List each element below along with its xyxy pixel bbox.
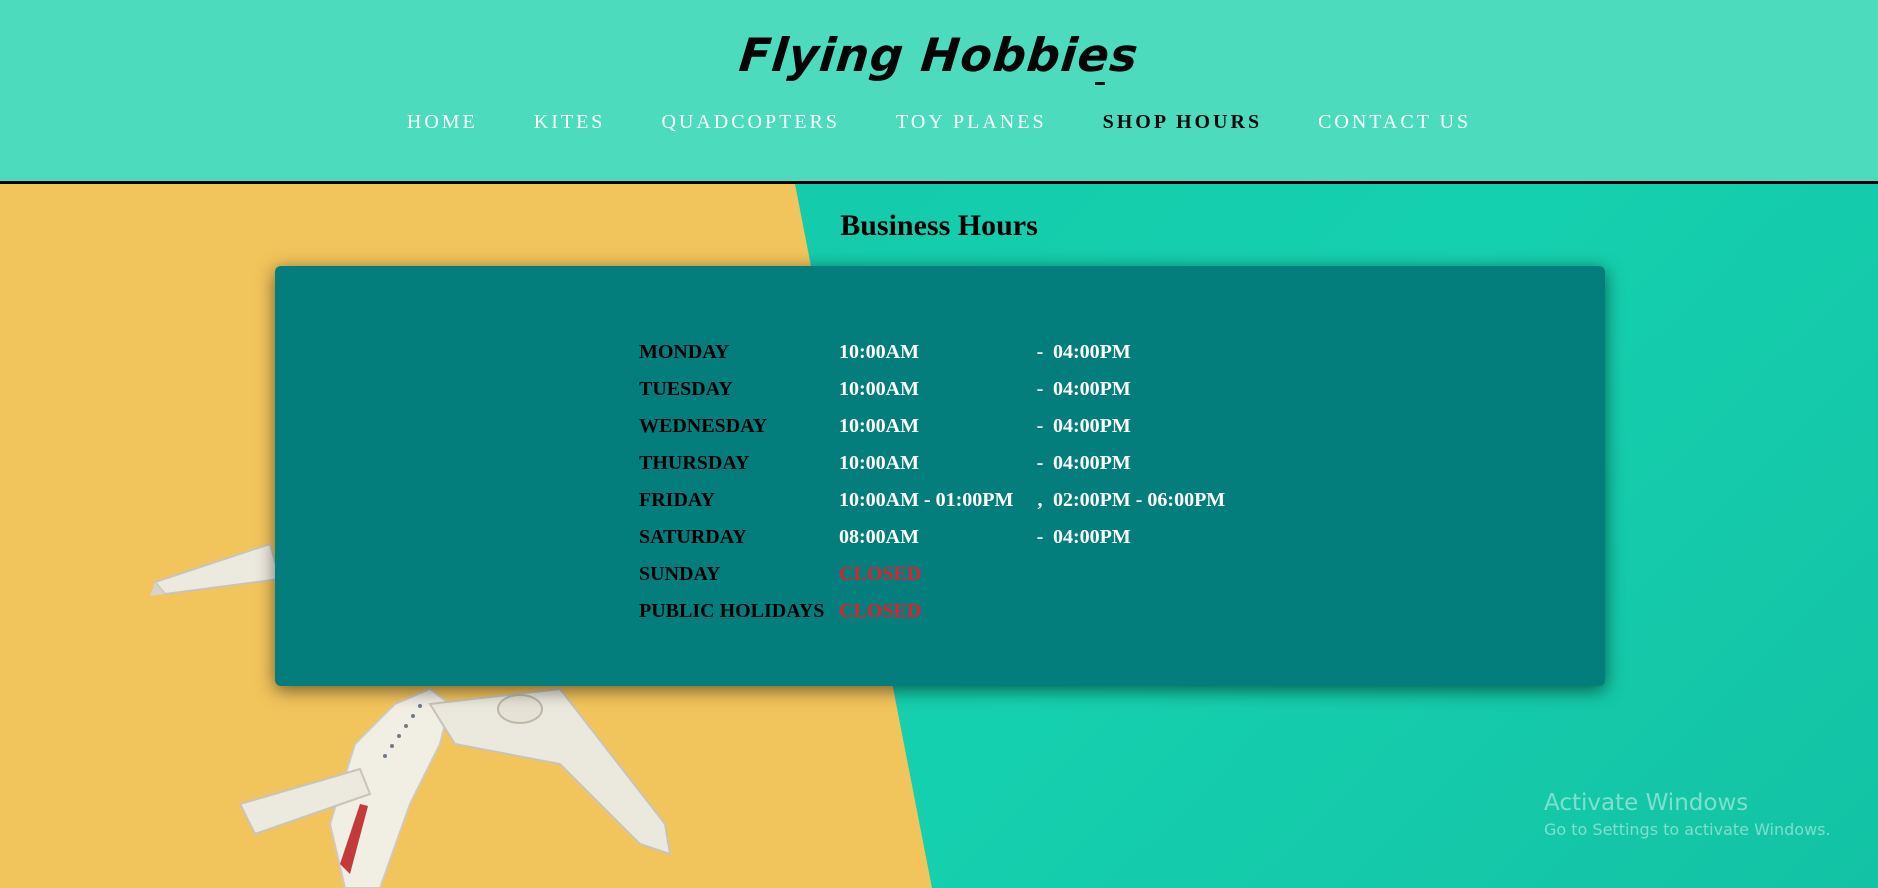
open-time: 10:00AM [839, 452, 919, 474]
nav-toy-planes[interactable]: TOY PLANES [896, 111, 1047, 134]
time-separator: , [1037, 489, 1043, 511]
hours-row-monday: MONDAY 10:00AM - 04:00PM [639, 334, 1225, 371]
day-label: SATURDAY [639, 526, 747, 548]
hours-row-public-holidays: PUBLIC HOLIDAYS CLOSED [639, 593, 1225, 630]
hours-row-friday: FRIDAY 10:00AM - 01:00PM , 02:00PM - 06:… [639, 482, 1225, 519]
close-time: 04:00PM [1053, 341, 1131, 363]
day-label: MONDAY [639, 341, 730, 363]
hero-background: Business Hours MONDAY 10:00AM - 04:00PM … [0, 184, 1878, 888]
day-label: THURSDAY [639, 452, 750, 474]
close-time: 04:00PM [1053, 415, 1131, 437]
page-title: Business Hours [840, 209, 1038, 242]
hours-row-thursday: THURSDAY 10:00AM - 04:00PM [639, 445, 1225, 482]
close-time: 04:00PM [1053, 526, 1131, 548]
nav-contact-us[interactable]: CONTACT US [1318, 111, 1471, 134]
day-label: FRIDAY [639, 489, 715, 511]
day-label: SUNDAY [639, 563, 721, 585]
airplane-left-wing [153, 542, 282, 596]
time-separator: - [1036, 415, 1044, 437]
time-separator: - [1036, 452, 1044, 474]
hours-row-wednesday: WEDNESDAY 10:00AM - 04:00PM [639, 408, 1225, 445]
closed-label: CLOSED [839, 600, 922, 622]
closed-label: CLOSED [839, 563, 922, 585]
time-separator: - [1036, 341, 1044, 363]
hours-row-saturday: SATURDAY 08:00AM - 04:00PM [639, 519, 1225, 556]
day-label: PUBLIC HOLIDAYS [639, 600, 825, 622]
site-header: Flying Hobbies HOME KITES QUADCOPTERS TO… [0, 0, 1878, 184]
hours-card: MONDAY 10:00AM - 04:00PM TUESDAY 10:00AM… [275, 266, 1605, 686]
watermark-title: Activate Windows [1544, 790, 1749, 816]
nav-shop-hours[interactable]: SHOP HOURS [1103, 111, 1262, 134]
day-label: TUESDAY [639, 378, 733, 400]
time-separator [1029, 556, 1051, 593]
site-logo[interactable]: Flying Hobbies [0, 28, 1878, 82]
time-separator: - [1036, 378, 1044, 400]
open-time: 10:00AM [839, 378, 919, 400]
close-time: 04:00PM [1053, 378, 1131, 400]
time-separator: - [1036, 526, 1044, 548]
hours-row-tuesday: TUESDAY 10:00AM - 04:00PM [639, 371, 1225, 408]
open-time: 08:00AM [839, 526, 919, 548]
main-nav: HOME KITES QUADCOPTERS TOY PLANES SHOP H… [0, 111, 1878, 134]
day-label: WEDNESDAY [639, 415, 768, 437]
time-separator [1029, 593, 1051, 630]
activate-windows-watermark: Activate Windows Go to Settings to activ… [1544, 790, 1831, 839]
hours-table: MONDAY 10:00AM - 04:00PM TUESDAY 10:00AM… [639, 334, 1225, 630]
nav-kites[interactable]: KITES [534, 111, 606, 134]
watermark-subtitle: Go to Settings to activate Windows. [1544, 820, 1831, 839]
nav-quadcopters[interactable]: QUADCOPTERS [661, 111, 840, 134]
close-time: 02:00PM - 06:00PM [1053, 489, 1226, 511]
close-time [1051, 556, 1225, 593]
close-time [1051, 593, 1225, 630]
open-time: 10:00AM - 01:00PM [839, 489, 1014, 511]
airplane-right-wing [428, 687, 672, 856]
open-time: 10:00AM [839, 341, 919, 363]
open-time: 10:00AM [839, 415, 919, 437]
close-time: 04:00PM [1053, 452, 1131, 474]
nav-home[interactable]: HOME [407, 111, 478, 134]
hours-row-sunday: SUNDAY CLOSED [639, 556, 1225, 593]
logo-underscore-mark [1095, 82, 1105, 85]
airplane-engine [497, 694, 543, 724]
